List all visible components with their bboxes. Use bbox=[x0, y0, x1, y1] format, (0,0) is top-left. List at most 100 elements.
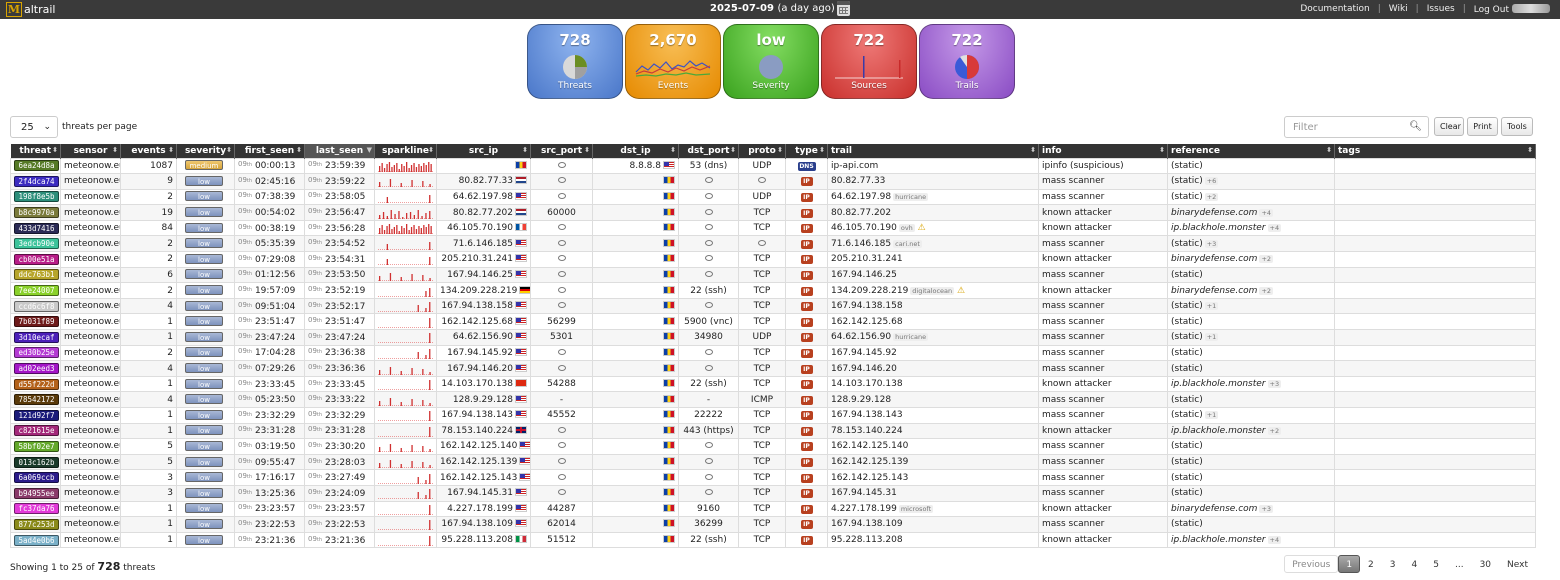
cell-reference[interactable]: ip.blackhole.monster +4 bbox=[1167, 219, 1335, 237]
cell-trail[interactable]: ip-api.com bbox=[827, 157, 1039, 175]
cell-src-ip[interactable]: 71.6.146.185 bbox=[436, 235, 531, 253]
threat-id-badge[interactable]: 198f8e5b bbox=[14, 191, 59, 203]
cell-dst-ip[interactable] bbox=[592, 329, 679, 346]
cell-reference[interactable]: binarydefense.com +2 bbox=[1167, 251, 1335, 268]
comment-bubble-icon[interactable] bbox=[557, 442, 566, 449]
cell-reference[interactable]: (static) bbox=[1167, 344, 1335, 362]
cell-tags[interactable] bbox=[1334, 251, 1536, 268]
cell-src-ip[interactable]: 80.82.77.33 bbox=[436, 173, 531, 190]
comment-bubble-icon[interactable] bbox=[557, 473, 566, 480]
previous-page-button[interactable]: Previous bbox=[1284, 555, 1339, 573]
column-header-last-seen[interactable]: last_seen ▼ bbox=[304, 144, 375, 158]
cell-dst-ip[interactable]: 8.8.8.8 bbox=[592, 157, 679, 175]
cell-tags[interactable] bbox=[1334, 344, 1536, 362]
comment-bubble-icon[interactable] bbox=[557, 255, 566, 262]
cell-trail[interactable]: 64.62.197.98 hurricane bbox=[827, 188, 1039, 206]
page-1-button[interactable]: 1 bbox=[1338, 555, 1361, 573]
cell-tags[interactable] bbox=[1334, 173, 1536, 190]
comment-bubble-icon[interactable] bbox=[704, 302, 713, 309]
cell-trail[interactable]: 14.103.170.138 bbox=[827, 375, 1039, 393]
table-row[interactable]: d55f222d meteonow.eu 1 low 09th 23:33:45 09th… bbox=[10, 375, 1536, 393]
cell-tags[interactable] bbox=[1334, 375, 1536, 393]
cell-trail[interactable]: 128.9.29.128 bbox=[827, 391, 1039, 408]
threat-id-badge[interactable]: d55f222d bbox=[14, 378, 59, 390]
cell-tags[interactable] bbox=[1334, 157, 1536, 175]
comment-bubble-icon[interactable] bbox=[704, 208, 713, 215]
cell-reference[interactable]: (static) +3 bbox=[1167, 235, 1335, 253]
cell-src-ip[interactable]: 64.62.197.98 bbox=[436, 188, 531, 206]
cell-src-ip[interactable]: 128.9.29.128 bbox=[436, 391, 531, 408]
threat-id-badge[interactable]: fc37da76 bbox=[14, 503, 59, 515]
cell-dst-ip[interactable] bbox=[592, 469, 679, 486]
cell-tags[interactable] bbox=[1334, 391, 1536, 408]
cell-src-ip[interactable]: 46.105.70.190 bbox=[436, 219, 531, 237]
print-button[interactable]: Print bbox=[1467, 117, 1498, 136]
cell-src-ip[interactable]: 167.94.138.143 bbox=[436, 407, 531, 424]
page-4-button[interactable]: 4 bbox=[1404, 555, 1426, 573]
threat-id-badge[interactable]: c821615e bbox=[14, 425, 59, 437]
cell-dst-ip[interactable] bbox=[592, 188, 679, 206]
cell-trail[interactable]: 80.82.77.202 bbox=[827, 204, 1039, 221]
tools-button[interactable]: Tools bbox=[1501, 117, 1533, 136]
nav-logout[interactable]: Log Out bbox=[1474, 4, 1550, 15]
cell-reference[interactable]: (static) bbox=[1167, 360, 1335, 377]
cell-trail[interactable]: 46.105.70.190 ovh ⚠ bbox=[827, 219, 1039, 237]
cell-trail[interactable]: 162.142.125.140 bbox=[827, 438, 1039, 455]
comment-bubble-icon[interactable] bbox=[758, 177, 766, 184]
table-row[interactable]: fc37da76 meteonow.eu 1 low 09th 23:23:57 09th… bbox=[10, 500, 1536, 518]
cell-reference[interactable]: (static) bbox=[1167, 391, 1335, 408]
cell-reference[interactable]: (static) +1 bbox=[1167, 407, 1335, 424]
table-row[interactable]: 2f4dca74 meteonow.eu 9 low 09th 02:45:16 09th… bbox=[10, 173, 1536, 190]
comment-bubble-icon[interactable] bbox=[557, 286, 566, 293]
table-row[interactable]: ad02eed3 meteonow.eu 4 low 09th 07:29:26 09th… bbox=[10, 360, 1536, 377]
column-header-proto[interactable]: proto ⬍ bbox=[738, 144, 786, 158]
cell-reference[interactable]: (static) +1 bbox=[1167, 329, 1335, 346]
comment-bubble-icon[interactable] bbox=[557, 348, 566, 355]
column-header-info[interactable]: info ⬍ bbox=[1038, 144, 1168, 158]
cell-trail[interactable]: 167.94.145.31 bbox=[827, 484, 1039, 502]
cell-trail[interactable]: 162.142.125.139 bbox=[827, 453, 1039, 471]
comment-bubble-icon[interactable] bbox=[704, 364, 713, 371]
comment-bubble-icon[interactable] bbox=[557, 177, 566, 184]
cell-trail[interactable]: 167.94.138.158 bbox=[827, 297, 1039, 315]
comment-bubble-icon[interactable] bbox=[758, 239, 766, 246]
column-header-src-port[interactable]: src_port ⬍ bbox=[530, 144, 593, 158]
table-row[interactable]: 877c253d meteonow.eu 1 low 09th 23:22:53 09th… bbox=[10, 516, 1536, 533]
cell-dst-ip[interactable] bbox=[592, 344, 679, 362]
cell-reference[interactable]: ip.blackhole.monster +3 bbox=[1167, 375, 1335, 393]
cell-tags[interactable] bbox=[1334, 469, 1536, 486]
table-row[interactable]: 58bf02e7 meteonow.eu 5 low 09th 03:19:50 09th… bbox=[10, 438, 1536, 455]
column-header-src-ip[interactable]: src_ip ⬍ bbox=[436, 144, 531, 158]
cell-src-ip[interactable]: 167.94.145.92 bbox=[436, 344, 531, 362]
cell-src-ip[interactable]: 78.153.140.224 bbox=[436, 422, 531, 440]
cell-trail[interactable]: 134.209.228.219 digitalocean ⚠ bbox=[827, 282, 1039, 299]
comment-bubble-icon[interactable] bbox=[704, 192, 713, 199]
cell-reference[interactable]: (static) bbox=[1167, 516, 1335, 533]
cell-src-ip[interactable]: 167.94.145.31 bbox=[436, 484, 531, 502]
cell-trail[interactable]: 95.228.113.208 bbox=[827, 531, 1039, 549]
table-row[interactable]: 3d10ecaf meteonow.eu 1 low 09th 23:47:24 09th… bbox=[10, 329, 1536, 346]
cell-dst-ip[interactable] bbox=[592, 438, 679, 455]
comment-bubble-icon[interactable] bbox=[704, 458, 713, 465]
cell-dst-ip[interactable] bbox=[592, 375, 679, 393]
table-row[interactable]: 6ea24d8a meteonow.eu 1087 medium 09th 00:00:… bbox=[10, 157, 1536, 175]
page-30-button[interactable]: 30 bbox=[1472, 555, 1499, 573]
threat-id-badge[interactable]: 7ee24007 bbox=[14, 285, 59, 297]
comment-bubble-icon[interactable] bbox=[557, 239, 566, 246]
comment-bubble-icon[interactable] bbox=[704, 224, 713, 231]
page-5-button[interactable]: 5 bbox=[1425, 555, 1447, 573]
cell-tags[interactable] bbox=[1334, 500, 1536, 518]
cell-dst-ip[interactable] bbox=[592, 266, 679, 284]
next-page-button[interactable]: Next bbox=[1499, 555, 1536, 573]
threat-id-badge[interactable]: 2f4dca74 bbox=[14, 175, 59, 187]
cell-src-ip[interactable]: 4.227.178.199 bbox=[436, 500, 531, 518]
cell-reference[interactable]: (static) +6 bbox=[1167, 173, 1335, 190]
cell-dst-ip[interactable] bbox=[592, 516, 679, 533]
nav-wiki[interactable]: Wiki bbox=[1389, 4, 1408, 15]
cell-tags[interactable] bbox=[1334, 204, 1536, 221]
cell-reference[interactable]: ip.blackhole.monster +2 bbox=[1167, 422, 1335, 440]
cell-reference[interactable]: ip.blackhole.monster +4 bbox=[1167, 531, 1335, 549]
table-row[interactable]: 5ad4e0b6 meteonow.eu 1 low 09th 23:21:36 09th… bbox=[10, 531, 1536, 549]
comment-bubble-icon[interactable] bbox=[704, 473, 713, 480]
threat-id-badge[interactable]: b94955ee bbox=[14, 487, 59, 499]
